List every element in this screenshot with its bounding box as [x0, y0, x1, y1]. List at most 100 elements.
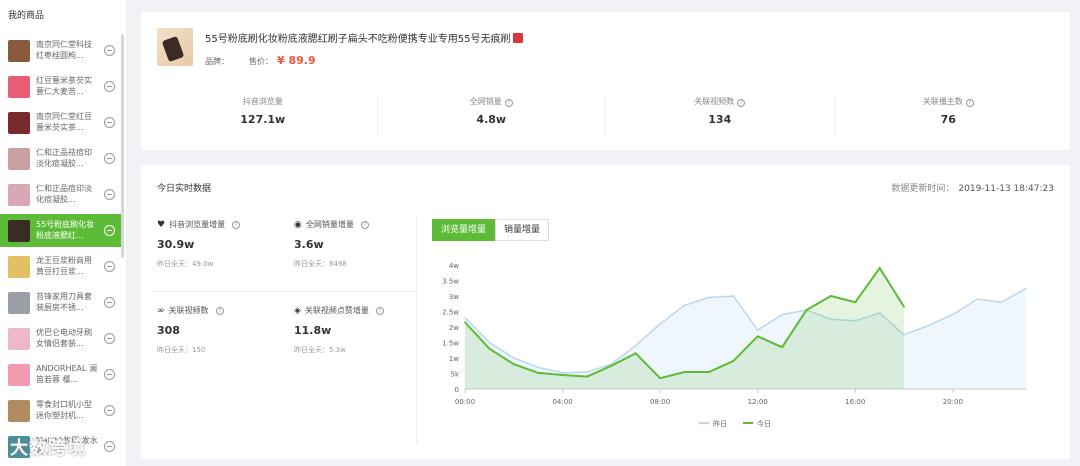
help-icon[interactable]: ?: [375, 306, 384, 315]
data-point: [878, 267, 881, 269]
product-card: 55号粉底刷化妆粉底液腮红刷子扁头不吃粉便携专业专用55号无痕刷 品牌： 售价：…: [141, 12, 1070, 150]
sidebar-product-item[interactable]: 零食封口机小型迷你塑封机...: [0, 394, 122, 427]
chart-tab[interactable]: 浏览量增量: [432, 219, 496, 241]
metric-value: 11.8w: [294, 324, 332, 337]
data-point: [488, 347, 491, 350]
remove-circle-icon[interactable]: [104, 297, 115, 308]
x-tick-label: 12:00: [748, 398, 768, 406]
product-thumbnail: [8, 111, 30, 134]
realtime-metric: ◉ 全网销量增量? 3.6w 昨日全天：8498: [294, 219, 422, 269]
data-point: [805, 309, 808, 311]
data-point: [708, 296, 710, 299]
metric-label-text: 抖音浏览量增量: [169, 220, 226, 229]
remove-circle-icon[interactable]: [104, 405, 115, 416]
sidebar-product-item[interactable]: 55号粉底刷化妆粉底液腮红...: [0, 214, 122, 247]
product-thumbnail: [8, 39, 30, 62]
product-thumbnail: [8, 291, 30, 314]
data-point: [659, 377, 661, 379]
data-point: [512, 363, 515, 365]
data-point: [561, 372, 564, 374]
remove-circle-icon[interactable]: [104, 225, 115, 236]
sidebar-product-item[interactable]: 仁和正品祛痘印淡化痘凝胶...: [0, 142, 122, 175]
stat-label: 关联视频数?: [606, 96, 834, 107]
data-point: [903, 306, 905, 308]
data-point: [756, 329, 759, 331]
product-image[interactable]: [157, 28, 193, 66]
heart-icon: ♥: [157, 219, 166, 230]
product-thumbnail: [8, 183, 30, 206]
tmall-tag-icon: [513, 33, 524, 43]
sidebar-item-label: 仁和正品祛痘印淡化痘凝胶...: [36, 148, 92, 168]
help-icon[interactable]: ?: [504, 99, 513, 107]
sidebar-product-item[interactable]: 南京同仁堂红豆薏米芡实茶...: [0, 106, 122, 139]
metric-value: 308: [157, 324, 180, 337]
remove-circle-icon[interactable]: [104, 369, 115, 380]
sidebar-item-label: 55号粉底刷化妆粉底液腮红...: [36, 220, 95, 240]
product-title[interactable]: 55号粉底刷化妆粉底液腮红刷子扁头不吃粉便携专业专用55号无痕刷: [205, 30, 524, 45]
data-point: [561, 374, 564, 376]
watermark-logo: 大数跨境: [10, 438, 86, 459]
help-icon[interactable]: ?: [232, 220, 241, 229]
remove-circle-icon[interactable]: [104, 261, 115, 272]
sidebar-item-label: 南京同仁堂科技红枣桂圆枸...: [36, 40, 92, 60]
data-point: [952, 313, 954, 316]
stat-label: 全网销量?: [378, 96, 606, 107]
data-point: [781, 346, 783, 348]
help-icon[interactable]: ?: [737, 99, 746, 107]
sidebar-product-item[interactable]: 仁和正品痘印淡化痘凝胶...: [0, 178, 122, 211]
sidebar-item-label: 龙王豆浆粉商用黄豆打豆浆...: [36, 256, 92, 276]
remove-circle-icon[interactable]: [104, 441, 115, 452]
sidebar-product-item[interactable]: ANDORHEAL 澜笛若蓉 樱...: [0, 358, 122, 391]
help-icon[interactable]: ?: [215, 306, 224, 315]
metric-yesterday: 昨日全天：8498: [294, 260, 347, 268]
realtime-metric: ◈ 关联视频点赞增量? 11.8w 昨日全天：5.3w: [294, 305, 422, 355]
data-point: [732, 295, 735, 297]
link-icon: ∞: [157, 305, 165, 316]
product-price: ¥ 89.9: [277, 54, 316, 67]
help-icon[interactable]: ?: [360, 220, 369, 229]
sidebar-item-label: 优巴仑电动牙刷女情侣套装...: [36, 328, 92, 348]
metric-label-text: 全网销量增量: [305, 220, 354, 229]
remove-circle-icon[interactable]: [104, 45, 115, 56]
data-point: [464, 316, 466, 319]
product-thumbnail: [8, 147, 30, 170]
data-point: [610, 364, 613, 367]
y-tick-label: 5k: [450, 371, 459, 379]
sidebar-product-item[interactable]: 龙王豆浆粉商用黄豆打豆浆...: [0, 250, 122, 283]
data-point: [781, 313, 783, 316]
sidebar-scrollbar[interactable]: [121, 34, 124, 258]
product-stat: 关联播主数? 76: [833, 96, 1063, 136]
remove-circle-icon[interactable]: [104, 189, 115, 200]
metric-yesterday: 昨日全天：49.0w: [157, 260, 214, 268]
brand-label: 品牌：: [205, 57, 229, 66]
metric-label: ∞ 关联视频数?: [157, 305, 285, 316]
sidebar-product-item[interactable]: 苔锋家用刀具套装厨房不锈...: [0, 286, 122, 319]
metric-value: 3.6w: [294, 238, 324, 251]
remove-circle-icon[interactable]: [104, 153, 115, 164]
data-point: [634, 352, 637, 355]
sidebar-product-item[interactable]: 红豆薏米茶芡实薏仁大麦苦...: [0, 70, 122, 103]
metrics-divider-v: [416, 215, 417, 443]
sidebar-item-label: 零食封口机小型迷你塑封机...: [36, 400, 92, 420]
compass-icon: ◈: [294, 305, 301, 316]
remove-circle-icon[interactable]: [104, 117, 115, 128]
y-tick-label: 2.5w: [442, 309, 459, 317]
product-sidebar: 我的商品 南京同仁堂科技红枣桂圆枸... 红豆薏米茶芡实薏仁大麦苦... 南京同仁堂…: [0, 0, 126, 466]
data-point: [683, 304, 686, 307]
help-icon[interactable]: ?: [965, 99, 974, 107]
y-tick-label: 1w: [449, 355, 459, 363]
remove-circle-icon[interactable]: [104, 81, 115, 92]
remove-circle-icon[interactable]: [104, 333, 115, 344]
data-point: [732, 360, 735, 362]
data-point: [634, 344, 637, 347]
data-point: [927, 324, 930, 327]
data-point: [537, 366, 539, 369]
chart-tab[interactable]: 销量增量: [495, 219, 550, 241]
sidebar-product-item[interactable]: 南京同仁堂科技红枣桂圆枸...: [0, 34, 122, 67]
realtime-card: 今日实时数据 数据更新时间： 2019-11-13 18:47:23 ♥ 抖音浏览量…: [141, 165, 1070, 459]
sidebar-product-item[interactable]: 优巴仑电动牙刷女情侣套装...: [0, 322, 122, 355]
x-tick-label: 08:00: [650, 398, 670, 406]
product-thumbnail: [8, 327, 30, 350]
metric-label-text: 关联视频点赞增量: [304, 306, 369, 315]
x-tick-label: 16:00: [845, 398, 865, 406]
